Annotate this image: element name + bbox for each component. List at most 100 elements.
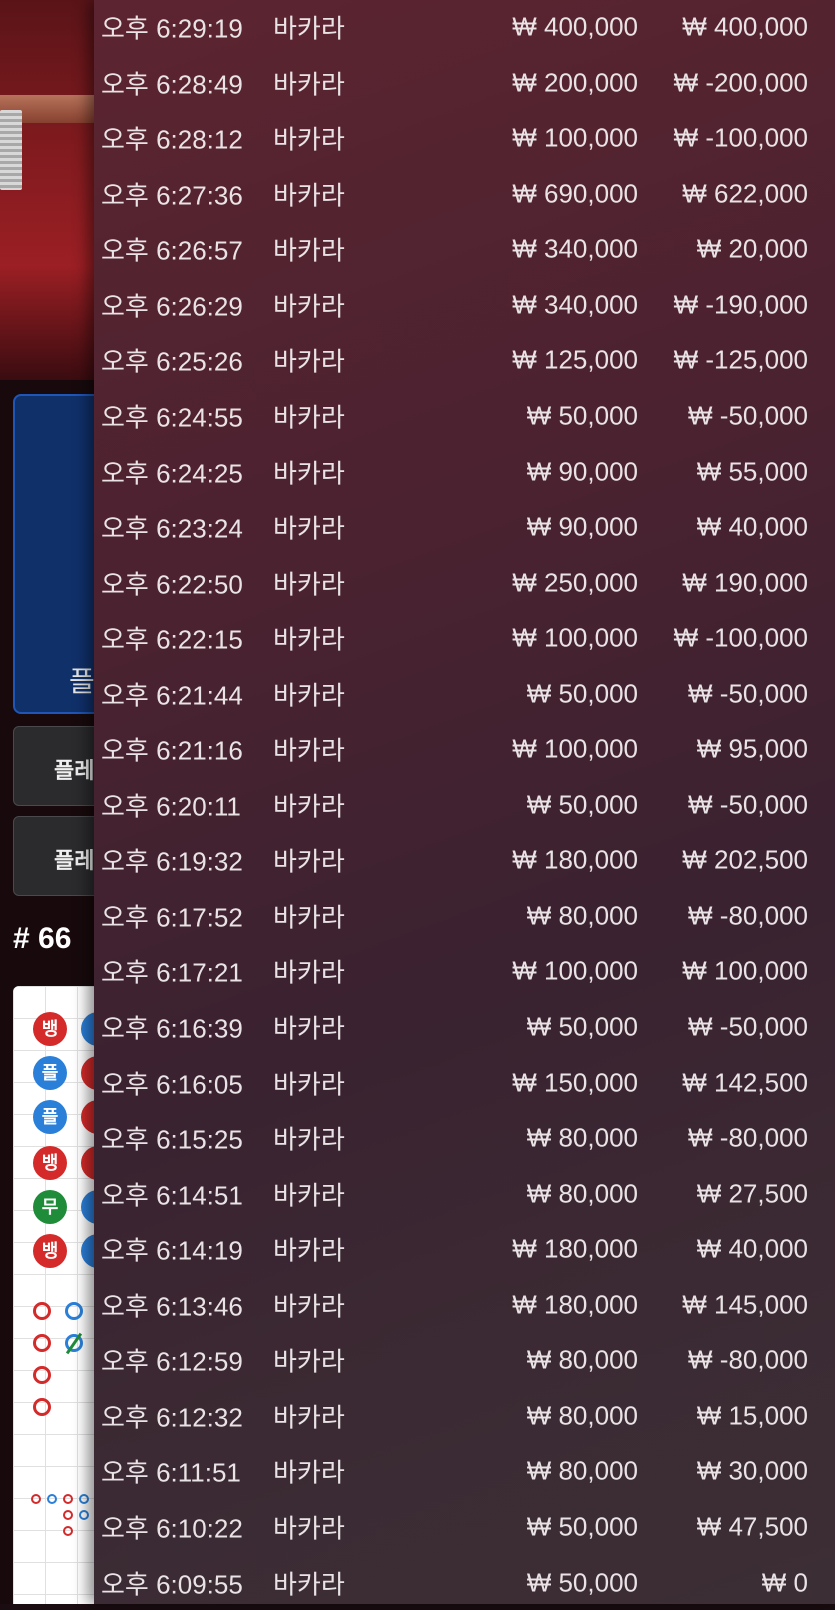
history-row[interactable]: 오후 6:20:11 바카라 ₩ 50,000 ₩ -50,000 xyxy=(94,778,835,832)
history-result-amount: ₩ -50,000 xyxy=(688,789,808,820)
history-bet-amount: ₩ 340,000 xyxy=(512,233,638,264)
history-bet-amount: ₩ 50,000 xyxy=(526,1567,638,1598)
history-bet-amount: ₩ 100,000 xyxy=(512,622,638,653)
history-row[interactable]: 오후 6:22:15 바카라 ₩ 100,000 ₩ -100,000 xyxy=(94,611,835,665)
history-row[interactable]: 오후 6:17:52 바카라 ₩ 80,000 ₩ -80,000 xyxy=(94,889,835,943)
history-row[interactable]: 오후 6:24:55 바카라 ₩ 50,000 ₩ -50,000 xyxy=(94,389,835,443)
history-bet-amount: ₩ 100,000 xyxy=(512,733,638,764)
history-row[interactable]: 오후 6:28:12 바카라 ₩ 100,000 ₩ -100,000 xyxy=(94,111,835,165)
history-time: 오후 6:13:46 xyxy=(101,1291,243,1322)
history-game: 바카라 xyxy=(273,902,345,933)
history-result-amount: ₩ -80,000 xyxy=(688,1344,808,1375)
history-row[interactable]: 오후 6:15:25 바카라 ₩ 80,000 ₩ -80,000 xyxy=(94,1111,835,1165)
round-number: # 66 xyxy=(13,922,72,955)
history-result-amount: ₩ 20,000 xyxy=(696,233,808,264)
history-row[interactable]: 오후 6:25:26 바카라 ₩ 125,000 ₩ -125,000 xyxy=(94,333,835,387)
history-row[interactable]: 오후 6:09:55 바카라 ₩ 50,000 ₩ 0 xyxy=(94,1555,835,1609)
history-time: 오후 6:24:55 xyxy=(101,402,243,433)
history-bet-amount: ₩ 690,000 xyxy=(512,178,638,209)
history-time: 오후 6:29:19 xyxy=(101,13,243,44)
small-road-dot xyxy=(63,1494,73,1504)
history-time: 오후 6:26:57 xyxy=(101,235,243,266)
history-game: 바카라 xyxy=(273,180,345,211)
history-bet-amount: ₩ 50,000 xyxy=(526,400,638,431)
history-bet-amount: ₩ 400,000 xyxy=(512,11,638,42)
history-row[interactable]: 오후 6:14:51 바카라 ₩ 80,000 ₩ 27,500 xyxy=(94,1167,835,1221)
history-row[interactable]: 오후 6:24:25 바카라 ₩ 90,000 ₩ 55,000 xyxy=(94,444,835,498)
history-row[interactable]: 오후 6:26:57 바카라 ₩ 340,000 ₩ 20,000 xyxy=(94,222,835,276)
history-time: 오후 6:17:21 xyxy=(101,957,243,988)
history-result-amount: ₩ 47,500 xyxy=(696,1511,808,1542)
bead-banker: 뱅 xyxy=(33,1146,67,1180)
history-row[interactable]: 오후 6:21:16 바카라 ₩ 100,000 ₩ 95,000 xyxy=(94,722,835,776)
history-row[interactable]: 오후 6:17:21 바카라 ₩ 100,000 ₩ 100,000 xyxy=(94,944,835,998)
history-game: 바카라 xyxy=(273,346,345,377)
history-bet-amount: ₩ 80,000 xyxy=(526,900,638,931)
history-game: 바카라 xyxy=(273,291,345,322)
small-road-dot xyxy=(31,1494,41,1504)
history-game: 바카라 xyxy=(273,1013,345,1044)
history-time: 오후 6:22:50 xyxy=(101,569,243,600)
history-time: 오후 6:24:25 xyxy=(101,458,243,489)
player-bet-label: 플 xyxy=(69,666,95,697)
history-result-amount: ₩ 622,000 xyxy=(682,178,808,209)
history-result-amount: ₩ -190,000 xyxy=(673,289,808,320)
history-bet-amount: ₩ 200,000 xyxy=(512,67,638,98)
history-time: 오후 6:17:52 xyxy=(101,902,243,933)
history-result-amount: ₩ 40,000 xyxy=(696,511,808,542)
history-bet-amount: ₩ 100,000 xyxy=(512,955,638,986)
history-row[interactable]: 오후 6:19:32 바카라 ₩ 180,000 ₩ 202,500 xyxy=(94,833,835,887)
history-time: 오후 6:15:25 xyxy=(101,1124,243,1155)
history-time: 오후 6:23:24 xyxy=(101,513,243,544)
history-row[interactable]: 오후 6:11:51 바카라 ₩ 80,000 ₩ 30,000 xyxy=(94,1444,835,1498)
small-road-dot xyxy=(63,1510,73,1520)
history-bet-amount: ₩ 180,000 xyxy=(512,844,638,875)
history-row[interactable]: 오후 6:13:46 바카라 ₩ 180,000 ₩ 145,000 xyxy=(94,1278,835,1332)
history-row[interactable]: 오후 6:27:36 바카라 ₩ 690,000 ₩ 622,000 xyxy=(94,167,835,221)
history-game: 바카라 xyxy=(273,791,345,822)
history-row[interactable]: 오후 6:29:19 바카라 ₩ 400,000 ₩ 400,000 xyxy=(94,0,835,54)
history-result-amount: ₩ 55,000 xyxy=(696,456,808,487)
history-row[interactable]: 오후 6:16:05 바카라 ₩ 150,000 ₩ 142,500 xyxy=(94,1055,835,1109)
history-row[interactable]: 오후 6:22:50 바카라 ₩ 250,000 ₩ 190,000 xyxy=(94,556,835,610)
history-row[interactable]: 오후 6:23:24 바카라 ₩ 90,000 ₩ 40,000 xyxy=(94,500,835,554)
history-bet-amount: ₩ 80,000 xyxy=(526,1400,638,1431)
history-game: 바카라 xyxy=(273,69,345,100)
history-bet-amount: ₩ 50,000 xyxy=(526,678,638,709)
history-bet-amount: ₩ 125,000 xyxy=(512,344,638,375)
history-game: 바카라 xyxy=(273,1569,345,1600)
history-row[interactable]: 오후 6:14:19 바카라 ₩ 180,000 ₩ 40,000 xyxy=(94,1222,835,1276)
history-bet-amount: ₩ 50,000 xyxy=(526,1011,638,1042)
history-time: 오후 6:14:51 xyxy=(101,1180,243,1211)
history-bet-amount: ₩ 50,000 xyxy=(526,1511,638,1542)
history-result-amount: ₩ -50,000 xyxy=(688,678,808,709)
history-time: 오후 6:16:39 xyxy=(101,1013,243,1044)
history-bet-amount: ₩ 90,000 xyxy=(526,511,638,542)
history-row[interactable]: 오후 6:16:39 바카라 ₩ 50,000 ₩ -50,000 xyxy=(94,1000,835,1054)
live-video-feed xyxy=(0,0,100,380)
history-row[interactable]: 오후 6:26:29 바카라 ₩ 340,000 ₩ -190,000 xyxy=(94,278,835,332)
history-result-amount: ₩ 0 xyxy=(761,1567,808,1598)
history-game: 바카라 xyxy=(273,735,345,766)
history-bet-amount: ₩ 250,000 xyxy=(512,567,638,598)
bead-banker: 뱅 xyxy=(33,1234,67,1268)
history-time: 오후 6:14:19 xyxy=(101,1235,243,1266)
history-result-amount: ₩ 145,000 xyxy=(682,1289,808,1320)
history-time: 오후 6:22:15 xyxy=(101,624,243,655)
history-row[interactable]: 오후 6:28:49 바카라 ₩ 200,000 ₩ -200,000 xyxy=(94,56,835,110)
history-row[interactable]: 오후 6:12:59 바카라 ₩ 80,000 ₩ -80,000 xyxy=(94,1333,835,1387)
history-row[interactable]: 오후 6:10:22 바카라 ₩ 50,000 ₩ 47,500 xyxy=(94,1500,835,1554)
history-game: 바카라 xyxy=(273,13,345,44)
history-game: 바카라 xyxy=(273,235,345,266)
bead-player: 플 xyxy=(33,1056,67,1090)
history-result-amount: ₩ 190,000 xyxy=(682,567,808,598)
history-result-amount: ₩ -100,000 xyxy=(673,622,808,653)
bet-history-panel[interactable]: 오후 6:29:19 바카라 ₩ 400,000 ₩ 400,000 오후 6:28:4… xyxy=(94,0,835,1604)
small-road-dot xyxy=(79,1494,89,1504)
history-row[interactable]: 오후 6:12:32 바카라 ₩ 80,000 ₩ 15,000 xyxy=(94,1389,835,1443)
chip-stack xyxy=(0,110,22,190)
history-game: 바카라 xyxy=(273,1402,345,1433)
history-row[interactable]: 오후 6:21:44 바카라 ₩ 50,000 ₩ -50,000 xyxy=(94,667,835,721)
history-time: 오후 6:25:26 xyxy=(101,346,243,377)
history-game: 바카라 xyxy=(273,680,345,711)
